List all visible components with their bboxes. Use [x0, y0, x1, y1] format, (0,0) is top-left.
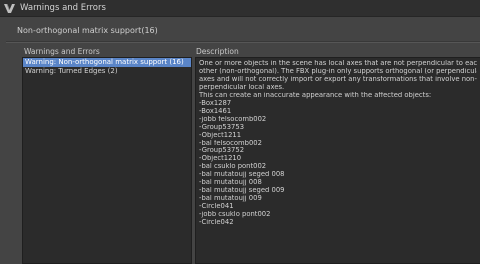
description-text-box[interactable]: One or more objects in the scene has loc…: [195, 57, 480, 264]
description-line: -Object1210: [199, 155, 242, 163]
description-line: -Box1287: [199, 99, 232, 107]
description-line: axes and will not correctly import or ex…: [199, 75, 477, 83]
description-line: -bal mutatoujj seged 009: [199, 187, 285, 195]
title-bar[interactable]: Warnings and Errors: [0, 0, 480, 17]
description-line: -bal mutatoujj seged 008: [199, 171, 285, 179]
window-title: Warnings and Errors: [20, 3, 106, 13]
header-separator: [6, 41, 480, 43]
description-line: -jobb felsocomb002: [199, 115, 267, 123]
warning-list-item[interactable]: Warning: Turned Edges (2): [23, 67, 191, 76]
description-line: perpendicular local axes.: [199, 83, 285, 91]
description-line: -jobb csuklo pont002: [199, 211, 271, 219]
description-line: -Circle042: [199, 219, 234, 227]
description-line: -bal mutatoujj 008: [199, 179, 262, 187]
description-line: -Object1211: [199, 131, 242, 139]
description-line: -bal csuklo pont002: [199, 163, 267, 171]
description-line: -Box1461: [199, 107, 232, 115]
warning-header-title: Non-orthogonal matrix support(16): [17, 26, 158, 35]
description-line: One or more objects in the scene has loc…: [199, 60, 477, 67]
description-line: -Circle041: [199, 203, 234, 211]
warnings-list[interactable]: Warning: Non-orthogonal matrix support (…: [22, 57, 192, 264]
warnings-list-label: Warnings and Errors: [24, 47, 100, 56]
description-line: -bal mutatoujj 009: [199, 195, 262, 203]
warning-list-item[interactable]: Warning: Non-orthogonal matrix support (…: [23, 58, 191, 67]
warnings-and-errors-dialog: Warnings and Errors Non-orthogonal matri…: [0, 0, 480, 264]
description-label: Description: [196, 47, 239, 56]
description-line: -Group53753: [199, 123, 245, 131]
description-line: -Group53752: [199, 147, 245, 155]
3ds-max-logo-icon: [4, 4, 15, 13]
description-line: other (non-orthogonal). The FBX plug-in …: [199, 67, 477, 75]
description-line: -bal felsocomb002: [199, 139, 262, 147]
description-line: This can create an inaccurate appearance…: [199, 91, 432, 99]
